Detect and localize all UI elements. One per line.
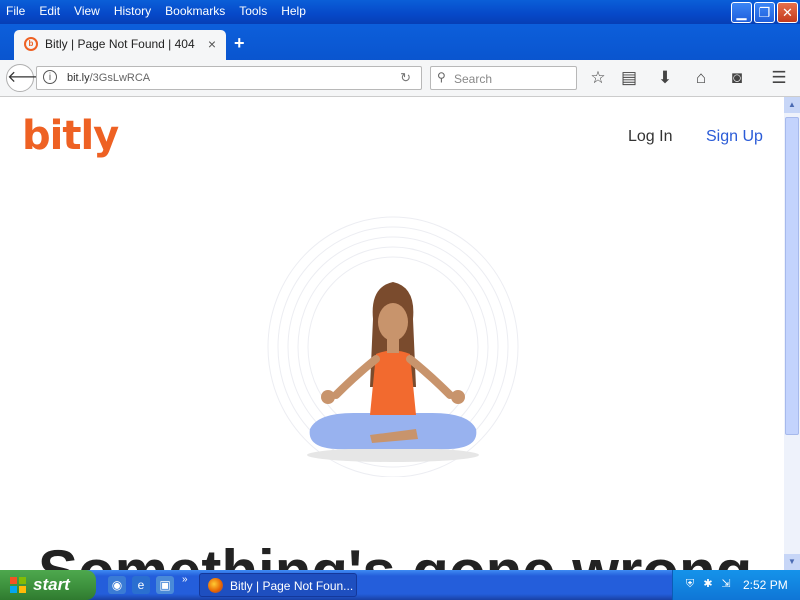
info-icon[interactable]: i bbox=[43, 70, 57, 84]
quick-launch-ie-icon[interactable]: e bbox=[132, 576, 150, 594]
page-scrollbar[interactable]: ▲ ▼ bbox=[784, 97, 800, 570]
safely-remove-icon[interactable]: ⇲ bbox=[719, 577, 733, 591]
meditation-illustration bbox=[267, 216, 519, 477]
new-tab-button[interactable]: + bbox=[234, 33, 245, 54]
menu-help[interactable]: Help bbox=[281, 4, 306, 18]
hamburger-menu-icon[interactable]: ☰ bbox=[769, 68, 789, 88]
quick-launch-explorer-icon[interactable]: ◉ bbox=[108, 576, 126, 594]
download-icon[interactable]: ⬇ bbox=[655, 68, 675, 88]
login-link[interactable]: Log In bbox=[628, 128, 672, 146]
menu-tools[interactable]: Tools bbox=[239, 4, 267, 18]
reading-list-icon[interactable]: ▤ bbox=[619, 68, 639, 88]
home-icon[interactable]: ⌂ bbox=[691, 68, 711, 88]
url-text[interactable]: bit.ly/3GsLwRCA bbox=[67, 72, 150, 84]
bitly-favicon-icon: b bbox=[24, 37, 38, 51]
firefox-icon bbox=[208, 578, 223, 593]
menu-bookmarks[interactable]: Bookmarks bbox=[165, 4, 225, 18]
back-button[interactable]: 🡐 bbox=[6, 64, 50, 92]
navigation-toolbar: 🡐 i bit.ly/3GsLwRCA ↻ ⚲ Search ☆ ▤ ⬇ ⌂ ◙… bbox=[0, 60, 800, 97]
url-host: bit.ly bbox=[67, 72, 90, 84]
search-icon: ⚲ bbox=[437, 70, 446, 84]
start-button[interactable]: start bbox=[0, 570, 96, 600]
network-icon[interactable]: ✱ bbox=[701, 577, 715, 591]
clock: 2:52 PM bbox=[743, 578, 788, 592]
restore-button[interactable]: ❐ bbox=[754, 2, 775, 23]
close-window-button[interactable]: ✕ bbox=[777, 2, 798, 23]
page-content: bitly Log In Sign Up Something's gone wr… bbox=[0, 97, 784, 570]
tab-bitly[interactable]: b Bitly | Page Not Found | 404 × bbox=[14, 30, 226, 60]
start-label: start bbox=[33, 575, 70, 594]
error-headline: Something's gone wrong bbox=[38, 537, 752, 570]
quick-launch-show-desktop-icon[interactable]: ▣ bbox=[156, 576, 174, 594]
quick-launch-more-icon[interactable]: » bbox=[182, 574, 188, 585]
taskbar: start ◉ e ▣ » Bitly | Page Not Foun... ⛨… bbox=[0, 570, 800, 600]
address-bar[interactable]: i bit.ly/3GsLwRCA ↻ bbox=[36, 66, 422, 90]
search-input[interactable]: ⚲ Search bbox=[430, 66, 577, 90]
tab-close-button[interactable]: × bbox=[208, 36, 216, 52]
scroll-up-arrow-icon[interactable]: ▲ bbox=[784, 97, 800, 113]
windows-flag-icon bbox=[10, 577, 26, 593]
bitly-logo[interactable]: bitly bbox=[22, 113, 119, 159]
taskbar-item-title: Bitly | Page Not Foun... bbox=[230, 579, 354, 593]
minimize-button[interactable]: ▁ bbox=[731, 2, 752, 23]
menu-history[interactable]: History bbox=[114, 4, 151, 18]
pocket-icon[interactable]: ◙ bbox=[727, 68, 747, 88]
search-placeholder: Search bbox=[454, 72, 493, 86]
scroll-thumb[interactable] bbox=[785, 117, 799, 435]
scroll-down-arrow-icon[interactable]: ▼ bbox=[784, 554, 800, 570]
system-tray: ⛨ ✱ ⇲ 2:52 PM bbox=[672, 570, 800, 600]
tab-title: Bitly | Page Not Found | 404 bbox=[45, 37, 195, 51]
menu-list: File Edit View History Bookmarks Tools H… bbox=[6, 4, 306, 18]
bookmark-star-icon[interactable]: ☆ bbox=[588, 68, 608, 88]
url-path: /3GsLwRCA bbox=[89, 72, 151, 84]
taskbar-item-firefox[interactable]: Bitly | Page Not Foun... bbox=[199, 573, 357, 597]
signup-link[interactable]: Sign Up bbox=[706, 128, 763, 146]
reload-icon[interactable]: ↻ bbox=[400, 70, 411, 86]
security-shield-icon[interactable]: ⛨ bbox=[683, 577, 697, 591]
tab-strip: b Bitly | Page Not Found | 404 × + bbox=[0, 24, 800, 60]
menu-file[interactable]: File bbox=[6, 4, 25, 18]
menu-bar: File Edit View History Bookmarks Tools H… bbox=[0, 0, 800, 24]
menu-edit[interactable]: Edit bbox=[39, 4, 60, 18]
menu-view[interactable]: View bbox=[74, 4, 100, 18]
